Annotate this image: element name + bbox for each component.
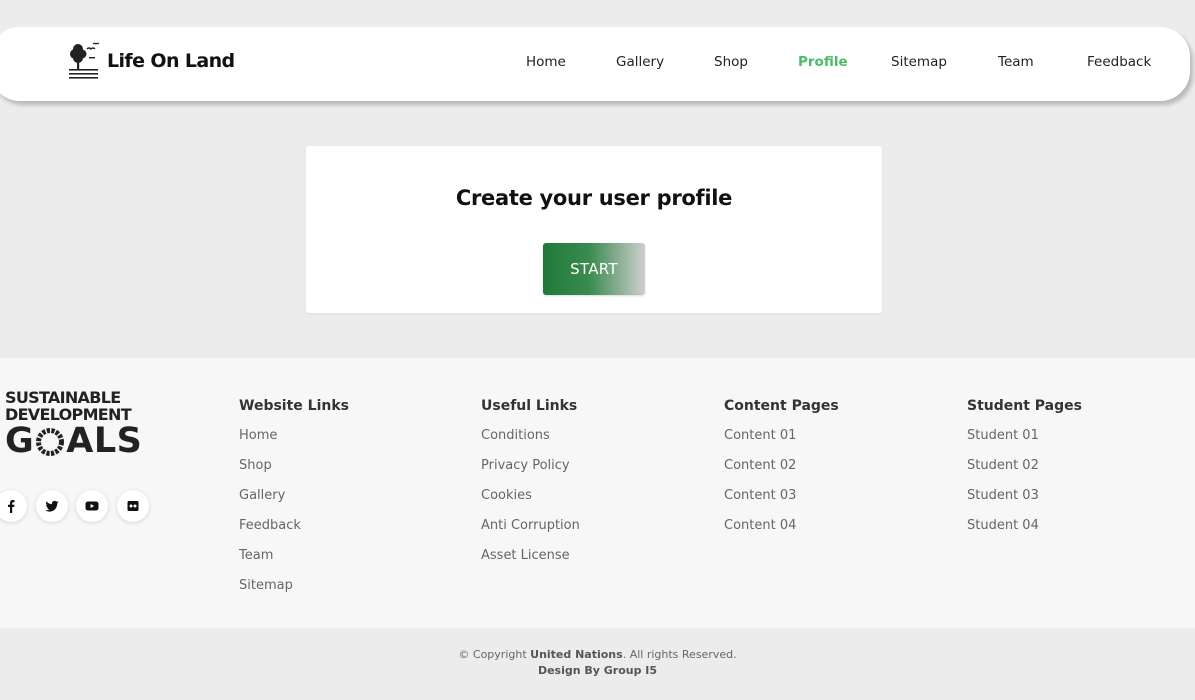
footer-link-content-03[interactable]: Content 03 (724, 481, 839, 511)
footer-link-gallery[interactable]: Gallery (239, 481, 349, 511)
col-heading: Useful Links (481, 398, 578, 414)
footer-link-student-03[interactable]: Student 03 (967, 481, 1082, 511)
col-heading: Website Links (239, 398, 349, 414)
copyright-line: © Copyright United Nations. All rights R… (0, 647, 1195, 663)
footer-link-feedback[interactable]: Feedback (239, 511, 349, 541)
nav-profile[interactable]: Profile (798, 54, 848, 70)
footer-link-conditions[interactable]: Conditions (481, 421, 580, 451)
facebook-icon (8, 500, 15, 513)
twitter-icon (44, 500, 58, 512)
copyright-prefix: © Copyright (458, 648, 531, 661)
sdg-logo: SUSTAINABLE DEVELOPMENT G ALS (5, 390, 142, 459)
footer-link-cookies[interactable]: Cookies (481, 481, 580, 511)
footer-link-content-02[interactable]: Content 02 (724, 451, 839, 481)
col-heading: Student Pages (967, 398, 1082, 414)
top-navbar: Life On Land Home Gallery Shop Profile S… (0, 27, 1190, 101)
site-footer: SUSTAINABLE DEVELOPMENT G ALS Website Li… (0, 358, 1195, 628)
flickr-icon (127, 501, 138, 511)
footer-col-content-pages: Content Pages Content 01 Content 02 Cont… (724, 398, 839, 541)
footer-link-asset-license[interactable]: Asset License (481, 541, 580, 571)
design-credit-text: Design By Group I5 (537, 664, 658, 677)
flickr-button[interactable] (116, 490, 149, 522)
footer-col-website-links: Website Links Home Shop Gallery Feedback… (239, 398, 349, 601)
footer-link-student-01[interactable]: Student 01 (967, 421, 1082, 451)
create-profile-card: Create your user profile START (306, 146, 882, 313)
footer-link-privacy-policy[interactable]: Privacy Policy (481, 451, 580, 481)
footer-link-student-02[interactable]: Student 02 (967, 451, 1082, 481)
copyright-org: United Nations (530, 648, 623, 661)
design-credit: Design By Group I5 (0, 663, 1195, 679)
main-nav: Home Gallery Shop Profile Sitemap Team F… (0, 54, 1190, 74)
nav-sitemap[interactable]: Sitemap (891, 54, 947, 70)
footer-link-content-01[interactable]: Content 01 (724, 421, 839, 451)
social-links (0, 490, 157, 522)
start-button[interactable]: START (543, 243, 645, 295)
footer-link-student-04[interactable]: Student 04 (967, 511, 1082, 541)
footer-col-useful-links: Useful Links Conditions Privacy Policy C… (481, 398, 580, 571)
footer-link-sitemap[interactable]: Sitemap (239, 571, 349, 601)
youtube-icon (85, 501, 99, 511)
nav-team[interactable]: Team (998, 54, 1034, 70)
sdg-logo-goals: G ALS (5, 424, 142, 459)
youtube-button[interactable] (76, 490, 108, 522)
sdg-logo-g: G (5, 421, 35, 461)
nav-feedback[interactable]: Feedback (1087, 54, 1151, 70)
card-title: Create your user profile (455, 186, 733, 210)
twitter-button[interactable] (35, 490, 68, 522)
footer-link-shop[interactable]: Shop (239, 451, 349, 481)
footer-link-anti-corruption[interactable]: Anti Corruption (481, 511, 580, 541)
sdg-logo-als: ALS (66, 421, 143, 461)
footer-link-home[interactable]: Home (239, 421, 349, 451)
nav-shop[interactable]: Shop (714, 54, 748, 70)
facebook-button[interactable] (0, 490, 27, 522)
col-heading: Content Pages (724, 398, 839, 414)
footer-col-student-pages: Student Pages Student 01 Student 02 Stud… (967, 398, 1082, 541)
footer-link-content-04[interactable]: Content 04 (724, 511, 839, 541)
copyright-bar: © Copyright United Nations. All rights R… (0, 647, 1195, 679)
sdg-wheel-icon (36, 427, 65, 456)
nav-gallery[interactable]: Gallery (616, 54, 664, 70)
copyright-suffix: . All rights Reserved. (622, 648, 737, 661)
footer-link-team[interactable]: Team (239, 541, 349, 571)
nav-home[interactable]: Home (526, 54, 566, 70)
sdg-logo-line1: SUSTAINABLE (5, 388, 121, 407)
